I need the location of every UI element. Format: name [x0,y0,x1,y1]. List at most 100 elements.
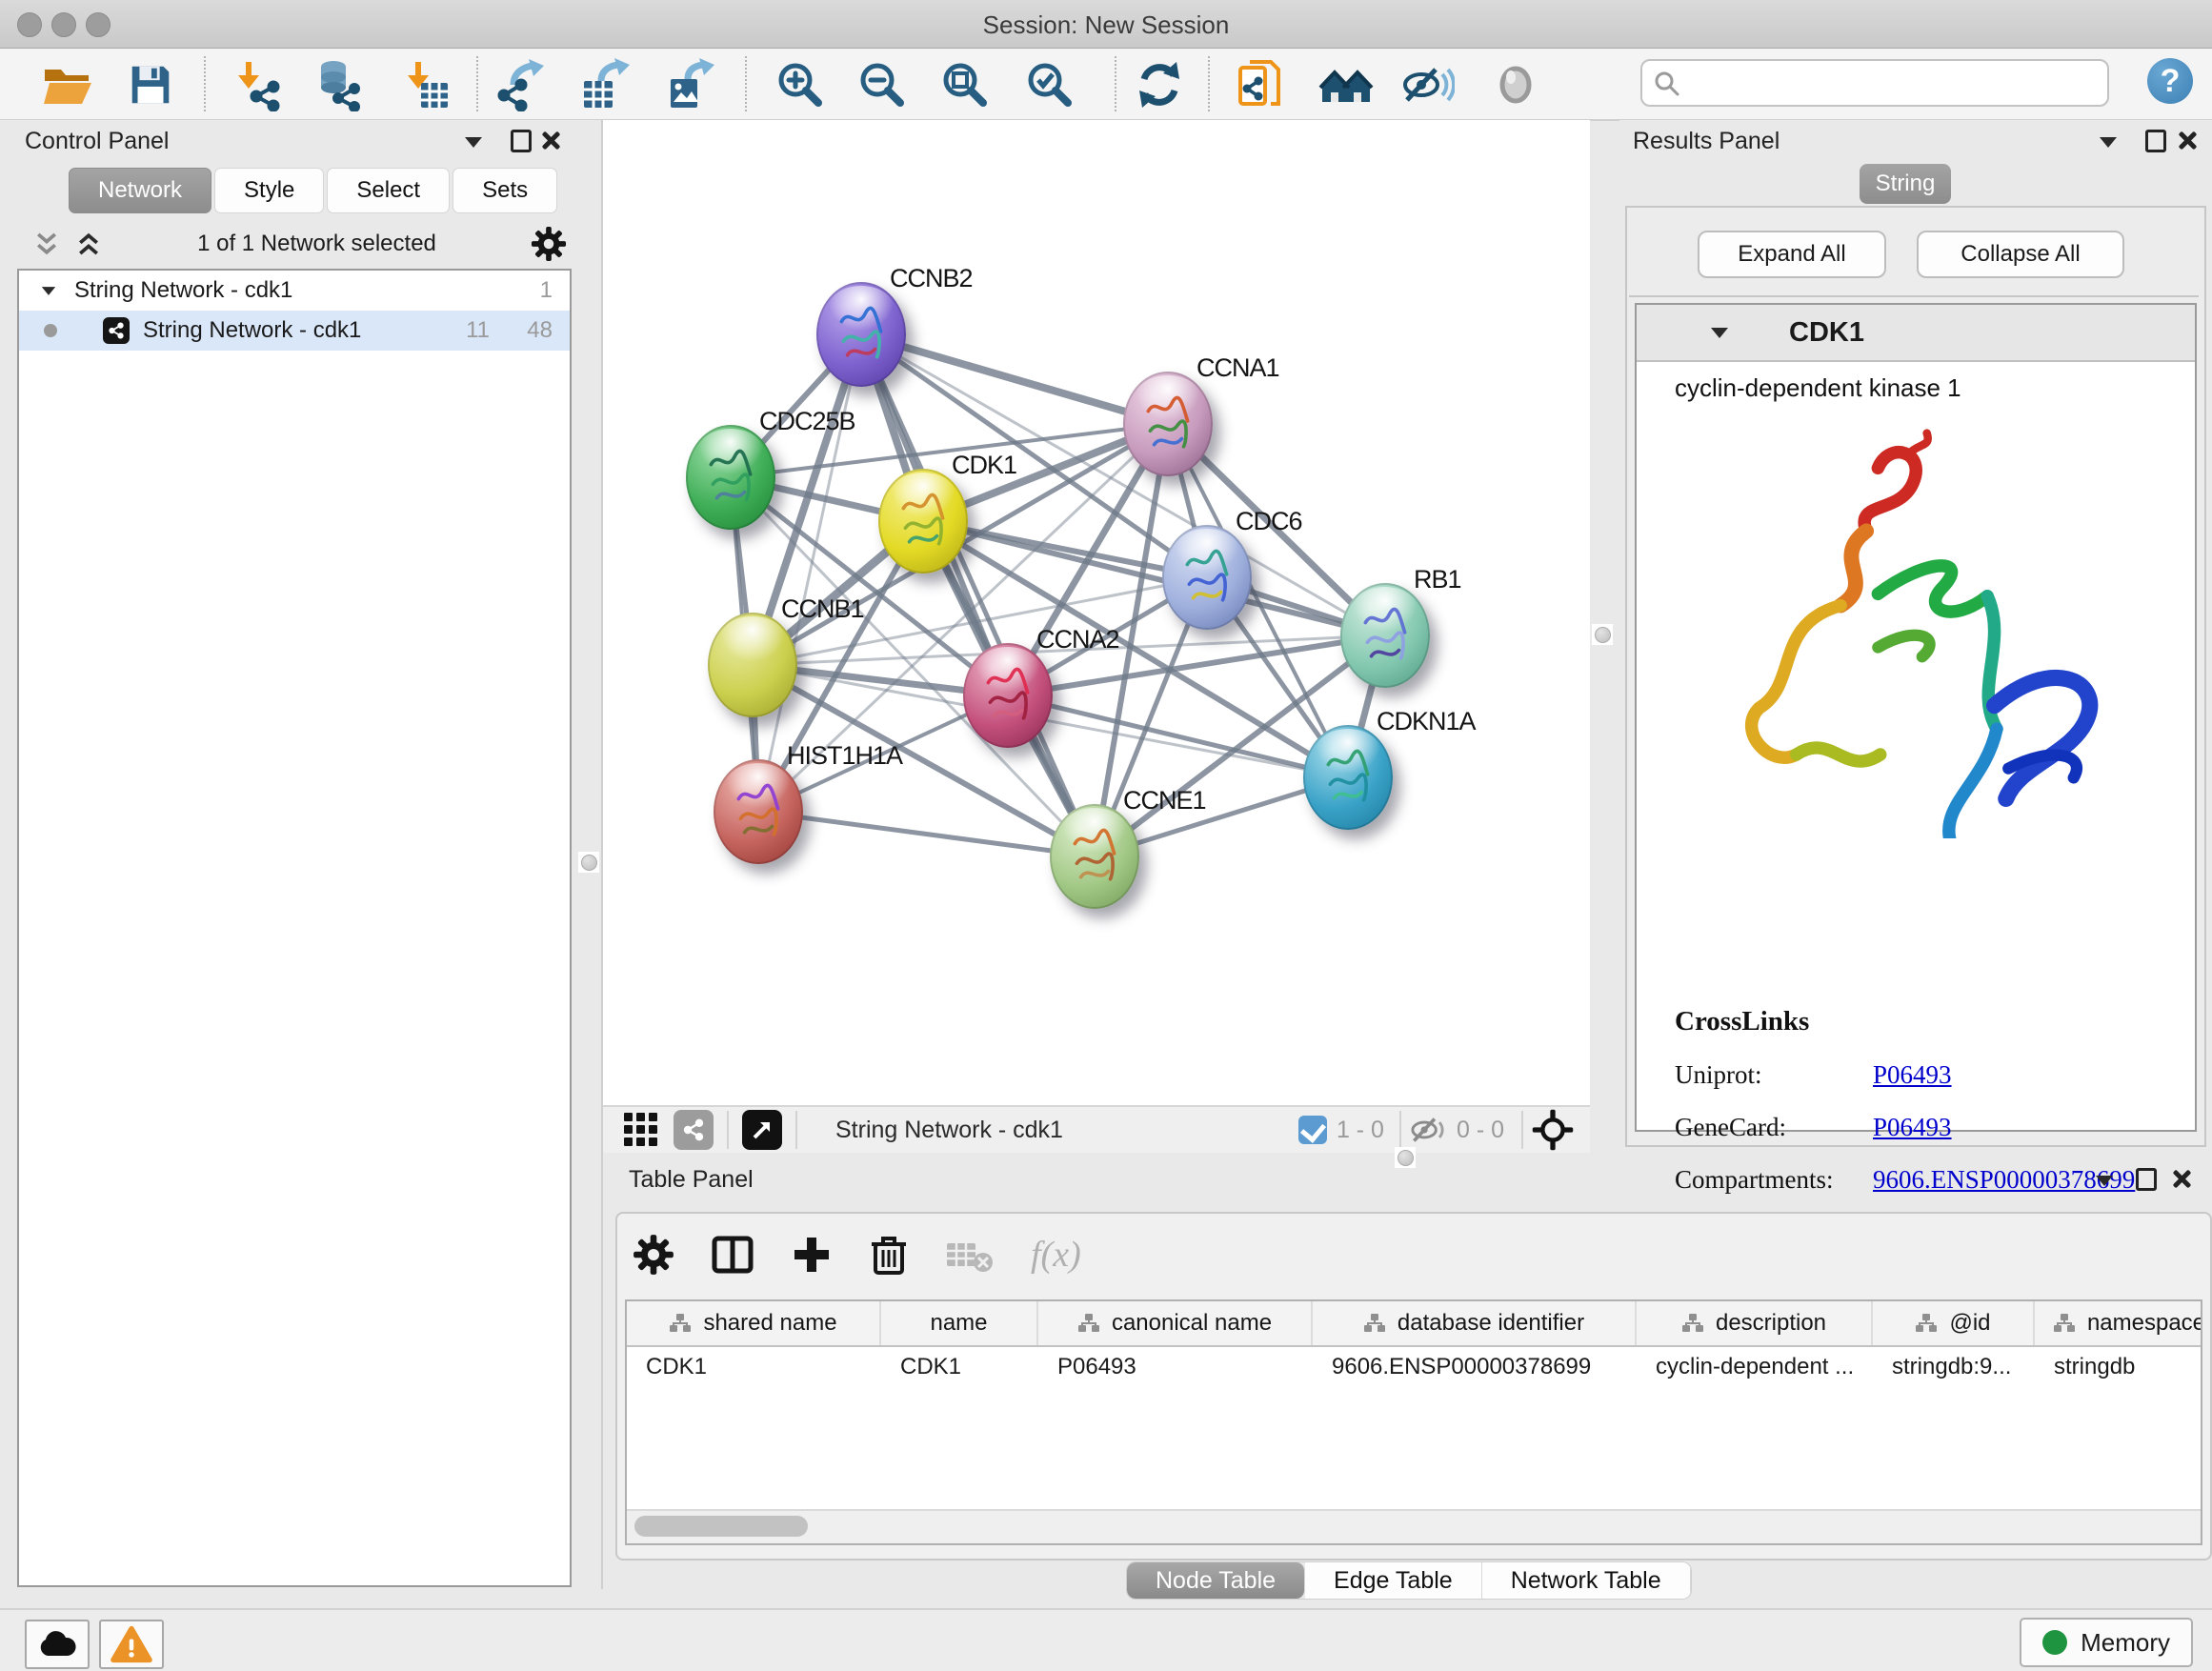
expand-all-icon[interactable] [74,230,103,258]
collapse-all-icon[interactable] [32,230,61,258]
birdseye-view-icon[interactable] [742,1110,782,1150]
memory-button[interactable]: Memory [2020,1618,2193,1667]
table-panel-float-icon[interactable] [2136,1168,2157,1191]
network-node-ccna2[interactable] [963,643,1053,748]
column-header-description[interactable]: description [1637,1301,1873,1345]
column-header--id[interactable]: @id [1873,1301,2035,1345]
network-row[interactable]: String Network - cdk1 11 48 [19,311,570,351]
collection-label: String Network - cdk1 [74,277,292,304]
window-title: Session: New Session [0,10,2212,40]
network-node-cdc25b[interactable] [686,425,775,530]
string-badge-icon[interactable] [674,1110,714,1150]
network-node-cdc6[interactable] [1162,525,1252,630]
tab-network[interactable]: Network [69,168,211,213]
function-builder-icon[interactable]: f(x) [1031,1234,1081,1276]
zoom-selected-button[interactable] [1020,55,1079,114]
tab-sets[interactable]: Sets [452,168,557,213]
crosslink-link[interactable]: P06493 [1873,1113,1952,1142]
import-network-file-button[interactable] [229,55,288,114]
results-panel-float-icon[interactable] [2145,130,2166,152]
cloud-status-button[interactable] [25,1620,90,1669]
clone-network-button[interactable] [1232,55,1291,114]
tab-network-table[interactable]: Network Table [1482,1562,1691,1599]
control-panel-tabs: NetworkStyleSelectSets [69,168,557,213]
network-node-label-hist1h1a: HIST1H1A [787,741,902,771]
tab-string[interactable]: String [1860,164,1951,204]
search-input[interactable] [1686,65,2090,99]
graphics-details-grid-icon[interactable] [622,1111,660,1149]
collection-expand-icon[interactable] [42,287,55,295]
table-toolbar: f(x) [633,1225,1081,1284]
show-selected-button[interactable] [1486,55,1545,114]
table-panel-tabs: Node TableEdge TableNetwork Table [1127,1562,1691,1599]
create-column-plus-icon[interactable] [791,1234,833,1276]
column-header-namespace[interactable]: namespace [2035,1301,2202,1345]
left-splitter-handle[interactable] [578,852,599,873]
network-current-bullet [44,324,57,337]
export-network-button[interactable] [493,55,553,114]
save-session-button[interactable] [121,55,180,114]
results-panel-close-icon[interactable] [2178,131,2197,150]
table-panel-close-icon[interactable] [2172,1169,2191,1188]
expand-all-button[interactable]: Expand All [1698,231,1886,278]
cloud-icon [36,1629,78,1660]
tab-edge-table[interactable]: Edge Table [1305,1562,1482,1599]
import-network-database-button[interactable] [308,55,367,114]
export-table-button[interactable] [577,55,636,114]
results-panel-collapse-icon[interactable] [2100,137,2117,148]
network-node-cdk1[interactable] [878,469,968,574]
gene-collapse-icon[interactable] [1711,328,1728,338]
network-node-ccne1[interactable] [1050,804,1139,909]
show-hide-panels-button[interactable] [1317,55,1376,114]
refresh-button[interactable] [1130,55,1189,114]
network-node-ccna1[interactable] [1123,372,1213,476]
table-horizontal-scrollbar[interactable] [627,1509,2201,1543]
hide-selected-button[interactable] [1398,55,1457,114]
column-header-label: @id [1949,1310,1990,1337]
network-view-canvas[interactable]: CCNB2CCNA1CDC25BCDK1CDC6RB1CCNB1CCNA2CDK… [603,120,1590,1105]
crosslink-link[interactable]: P06493 [1873,1060,1952,1090]
delete-table-icon[interactable] [945,1236,995,1274]
network-node-cdkn1a[interactable] [1303,725,1393,830]
right-splitter-handle[interactable] [1592,624,1613,645]
table-row[interactable]: CDK1CDK1P064939606.ENSP00000378699cyclin… [627,1347,2201,1387]
network-collection-row[interactable]: String Network - cdk1 1 [19,271,570,311]
network-node-ccnb2[interactable] [816,282,906,387]
refresh-icon [1133,58,1186,111]
zoom-out-button[interactable] [853,55,912,114]
delete-column-trash-icon[interactable] [869,1233,909,1277]
collapse-all-button[interactable]: Collapse All [1917,231,2124,278]
export-image-button[interactable] [662,55,721,114]
import-table-button[interactable] [395,55,454,114]
tab-node-table[interactable]: Node Table [1127,1562,1305,1599]
network-options-gear-icon[interactable] [531,226,567,262]
network-node-rb1[interactable] [1340,583,1430,688]
control-panel-collapse-icon[interactable] [465,137,482,148]
control-panel-float-icon[interactable] [511,130,532,152]
results-buttons-row: Expand All Collapse All [1629,210,2199,297]
table-options-gear-icon[interactable] [633,1234,674,1276]
zoom-fit-button[interactable] [935,55,995,114]
open-session-button[interactable] [37,55,96,114]
zoom-in-button[interactable] [771,55,830,114]
network-node-hist1h1a[interactable] [714,759,803,864]
column-header-database-identifier[interactable]: database identifier [1313,1301,1637,1345]
control-panel-close-icon[interactable] [541,131,560,150]
fit-center-crosshair-icon[interactable] [1531,1108,1575,1152]
table-panel-collapse-icon[interactable] [2096,1176,2113,1186]
column-header-name[interactable]: name [881,1301,1038,1345]
tab-style[interactable]: Style [214,168,324,213]
table-cell: CDK1 [881,1347,1038,1387]
selected-checkbox[interactable] [1298,1116,1327,1144]
help-button[interactable]: ? [2147,58,2193,104]
scrollbar-thumb[interactable] [634,1516,808,1537]
tab-select[interactable]: Select [327,168,450,213]
string-results-card: Expand All Collapse All CDK1 cyclin-depe… [1625,206,2206,1147]
table-panel-card: f(x) shared namenamecanonical namedataba… [615,1212,2212,1560]
network-node-ccnb1[interactable] [708,613,797,717]
column-header-shared-name[interactable]: shared name [627,1301,881,1345]
show-columns-icon[interactable] [711,1233,754,1277]
column-header-canonical-name[interactable]: canonical name [1038,1301,1313,1345]
gene-card-header[interactable]: CDK1 [1637,305,2195,362]
warnings-button[interactable] [99,1620,164,1669]
